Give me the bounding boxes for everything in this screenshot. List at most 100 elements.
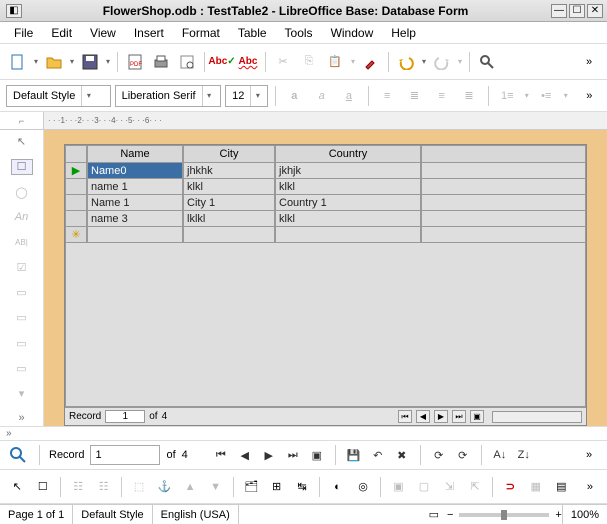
design-mode-button[interactable]: ☐ <box>32 475 55 499</box>
activation-order-button[interactable]: ↹ <box>291 475 314 499</box>
select-tool-icon[interactable]: ↖ <box>11 134 33 149</box>
status-language[interactable]: English (USA) <box>153 505 239 524</box>
grid-cell[interactable]: name 1 <box>87 179 183 195</box>
guides-button[interactable]: ▤ <box>550 475 573 499</box>
refresh-button[interactable]: ⟳ <box>430 446 448 464</box>
inner-first-button[interactable]: ⏮ <box>398 410 412 423</box>
inner-new-button[interactable]: ▣ <box>470 410 484 423</box>
underline-button[interactable]: a <box>337 84 360 108</box>
copy-button[interactable]: ⎘ <box>297 50 321 74</box>
grid-cell[interactable]: Name 1 <box>87 195 183 211</box>
menu-window[interactable]: Window <box>323 24 382 42</box>
checkbox-tool-icon[interactable]: ☑ <box>11 260 33 275</box>
anchor-button[interactable]: ⚓ <box>153 475 176 499</box>
font-size-combo[interactable]: 12▾ <box>225 85 268 107</box>
col-header-city[interactable]: City <box>183 145 275 163</box>
paragraph-style-combo[interactable]: Default Style▾ <box>6 85 111 107</box>
grid-cell[interactable]: klkl <box>275 211 421 227</box>
format-paintbrush-button[interactable] <box>359 50 383 74</box>
undo-button[interactable] <box>394 50 418 74</box>
col-header-country[interactable]: Country <box>275 145 421 163</box>
open-design-button[interactable]: ◐ <box>326 475 349 499</box>
view-layout-icon[interactable]: ▭ <box>421 505 447 524</box>
leave-group-button[interactable]: ⇱ <box>464 475 487 499</box>
window-menu-icon[interactable]: ◧ <box>6 4 22 18</box>
align-center-button[interactable]: ≣ <box>403 84 426 108</box>
inner-scrollbar[interactable] <box>492 411 582 423</box>
find-record-button[interactable] <box>6 443 30 467</box>
toolbar-overflow-icon[interactable]: » <box>577 50 601 74</box>
open-dropdown[interactable]: ▾ <box>68 57 76 66</box>
align-justify-button[interactable]: ≣ <box>457 84 480 108</box>
menu-help[interactable]: Help <box>383 24 424 42</box>
find-button[interactable] <box>475 50 499 74</box>
more-tool-4-icon[interactable]: ▭ <box>11 361 33 376</box>
row-marker[interactable] <box>65 179 87 195</box>
export-pdf-button[interactable]: PDF <box>123 50 147 74</box>
add-field-button[interactable]: ⊞ <box>265 475 288 499</box>
auto-spellcheck-button[interactable]: Abc <box>236 50 260 74</box>
inner-last-button[interactable]: ⏭ <box>452 410 466 423</box>
text-tool-icon[interactable]: An <box>11 210 33 225</box>
grid-cell[interactable]: klkl <box>183 179 275 195</box>
font-name-combo[interactable]: Liberation Serif▾ <box>115 85 222 107</box>
status-zoom[interactable]: 100% <box>562 505 607 524</box>
bullet-list-button[interactable]: •≡ <box>535 84 558 108</box>
status-style[interactable]: Default Style <box>73 505 152 524</box>
grid-cell[interactable]: lklkl <box>183 211 275 227</box>
delete-record-button[interactable]: ✖ <box>393 446 411 464</box>
save-record-button[interactable]: 💾 <box>345 446 363 464</box>
inner-prev-button[interactable]: ◀ <box>416 410 430 423</box>
zoom-out-icon[interactable]: − <box>447 509 453 521</box>
more-tool-2-icon[interactable]: ▭ <box>11 310 33 325</box>
side-toolbar-overflow-icon[interactable]: » <box>6 428 12 439</box>
design-toolbar-overflow-icon[interactable]: » <box>579 475 602 499</box>
sort-asc-button[interactable]: A↓ <box>491 446 509 464</box>
grid-corner[interactable] <box>65 145 87 163</box>
menu-table[interactable]: Table <box>230 24 275 42</box>
menu-view[interactable]: View <box>82 24 124 42</box>
undo-record-button[interactable]: ↶ <box>369 446 387 464</box>
minimize-button[interactable]: — <box>551 4 567 18</box>
cut-button[interactable]: ✂ <box>271 50 295 74</box>
menu-file[interactable]: File <box>6 24 41 42</box>
row-marker[interactable] <box>65 211 87 227</box>
numbered-list-button[interactable]: 1≡ <box>496 84 519 108</box>
status-page[interactable]: Page 1 of 1 <box>0 505 73 524</box>
grid-cell[interactable]: name 3 <box>87 211 183 227</box>
grid-cell[interactable] <box>275 227 421 243</box>
control-props-button[interactable]: ☷ <box>67 475 90 499</box>
nav-toolbar-overflow-icon[interactable]: » <box>577 443 601 467</box>
redo-dropdown[interactable]: ▾ <box>456 57 464 66</box>
data-grid[interactable]: Name City Country ▶Name0jhkhkjkhjkname 1… <box>65 145 586 407</box>
refresh-control-button[interactable]: ⟳ <box>454 446 472 464</box>
table-row[interactable]: Name 1City 1Country 1 <box>65 195 586 211</box>
italic-button[interactable]: a <box>310 84 333 108</box>
inner-record-value[interactable] <box>105 410 145 423</box>
grid-cell[interactable] <box>183 227 275 243</box>
maximize-button[interactable]: ☐ <box>569 4 585 18</box>
horizontal-ruler[interactable]: · · ·1· · ·2· · ·3· · ·4· · ·5· · ·6· · … <box>44 112 607 129</box>
ungroup-button[interactable]: ▢ <box>413 475 436 499</box>
form-design-icon[interactable]: ☐ <box>11 159 33 175</box>
more-tool-5-icon[interactable]: ▾ <box>11 386 33 401</box>
grid-cell[interactable]: klkl <box>275 179 421 195</box>
grid-cell[interactable] <box>87 227 183 243</box>
grid-cell[interactable]: Name0 <box>87 163 183 179</box>
table-row[interactable]: name 3lklklklkl <box>65 211 586 227</box>
label-tool-icon[interactable]: AB| <box>11 235 33 250</box>
first-record-button[interactable]: ⏮ <box>212 446 230 464</box>
prev-record-button[interactable]: ◀ <box>236 446 254 464</box>
document-canvas[interactable]: Name City Country ▶Name0jhkhkjkhjkname 1… <box>44 130 607 426</box>
form-navigator-button[interactable]: 🗂 <box>240 475 263 499</box>
close-button[interactable]: ✕ <box>587 4 603 18</box>
position-size-button[interactable]: ⬚ <box>128 475 151 499</box>
menu-insert[interactable]: Insert <box>126 24 172 42</box>
pointer-tool-icon[interactable]: ↖ <box>6 475 29 499</box>
redo-button[interactable] <box>430 50 454 74</box>
save-dropdown[interactable]: ▾ <box>104 57 112 66</box>
menu-edit[interactable]: Edit <box>43 24 80 42</box>
row-marker[interactable]: ✳ <box>65 227 87 243</box>
grid-empty-area[interactable] <box>65 243 586 407</box>
snap-button[interactable]: ⊃ <box>499 475 522 499</box>
